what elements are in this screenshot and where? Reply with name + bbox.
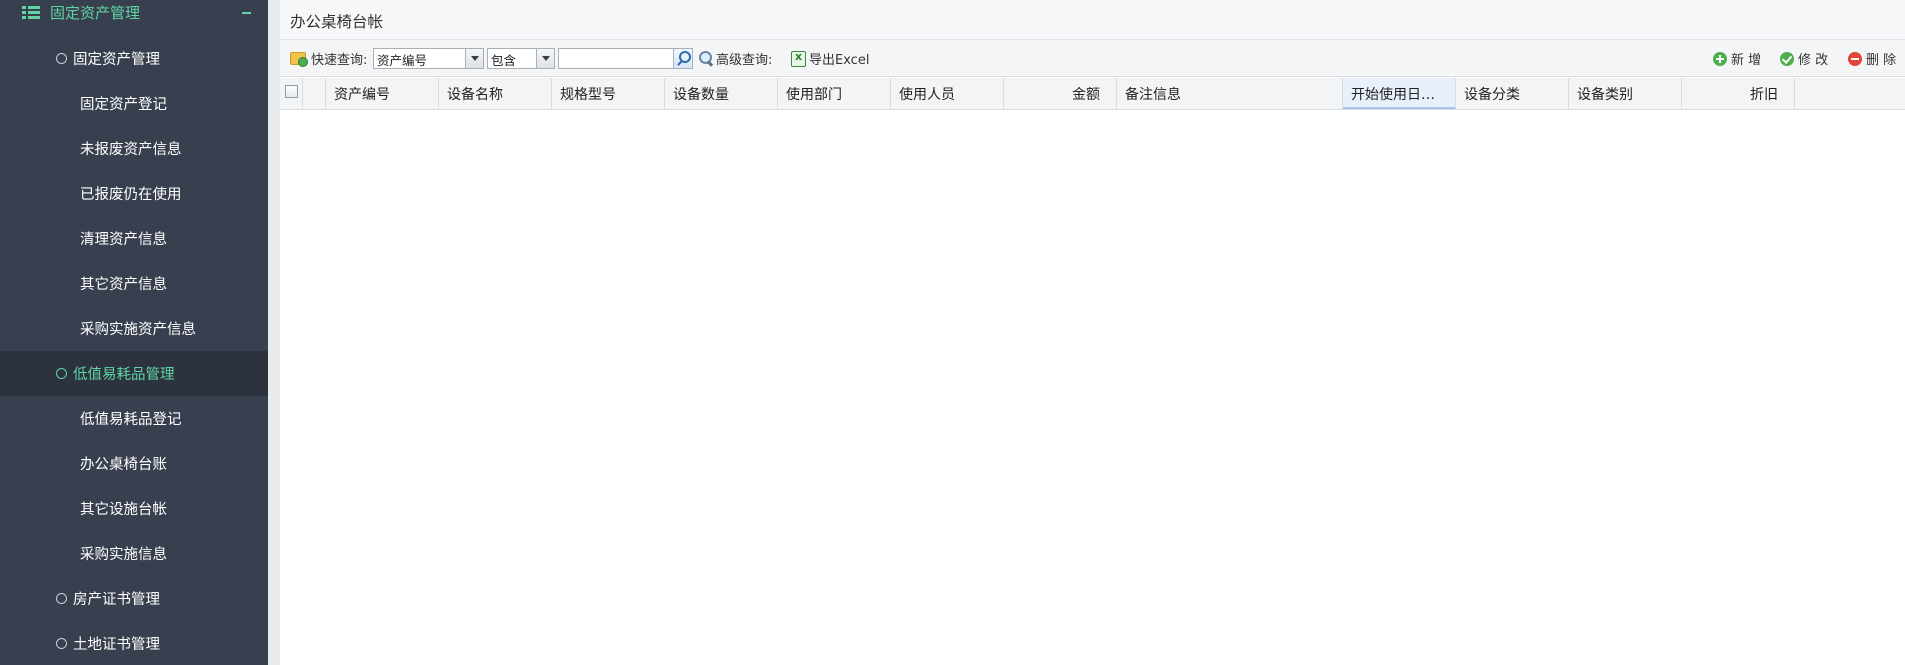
select-all-checkbox[interactable] bbox=[285, 85, 298, 98]
column-header-label: 开始使用日… bbox=[1351, 87, 1435, 103]
sidebar-item-label: 低值易耗品登记 bbox=[80, 412, 182, 428]
edit-label: 修 改 bbox=[1798, 53, 1829, 68]
sidebar-splitter[interactable] bbox=[268, 0, 280, 665]
excel-icon bbox=[791, 50, 806, 67]
circle-icon bbox=[56, 53, 67, 64]
sidebar-item-label: 办公桌椅台账 bbox=[80, 457, 167, 473]
column-header-label: 设备数量 bbox=[673, 87, 729, 103]
search-field[interactable] bbox=[558, 48, 693, 69]
sidebar-item-label: 已报废仍在使用 bbox=[80, 187, 182, 203]
delete-label: 删 除 bbox=[1866, 53, 1897, 68]
field-select[interactable]: 资产编号 bbox=[373, 48, 484, 69]
circle-icon bbox=[56, 593, 67, 604]
operator-select-value: 包含 bbox=[491, 53, 517, 68]
grid-body bbox=[280, 111, 1905, 665]
add-button[interactable]: 新 增 bbox=[1713, 40, 1761, 77]
folder-search-icon bbox=[290, 52, 308, 67]
collapse-icon[interactable] bbox=[242, 12, 251, 14]
circle-icon bbox=[56, 368, 67, 379]
operator-select[interactable]: 包含 bbox=[487, 48, 555, 69]
page-title: 办公桌椅台帐 bbox=[290, 13, 384, 31]
column-header-label: 金额 bbox=[1072, 87, 1100, 103]
column-header-remarks[interactable]: 备注信息 bbox=[1117, 78, 1343, 109]
sidebar-item-label: 其它设施台帐 bbox=[80, 502, 167, 518]
column-header-label: 设备分类 bbox=[1464, 87, 1520, 103]
column-header-depreciation[interactable]: 折旧 bbox=[1682, 78, 1795, 109]
column-header-label: 使用部门 bbox=[786, 87, 842, 103]
magnifier-icon bbox=[698, 50, 714, 67]
select-all-cell bbox=[280, 78, 303, 109]
advanced-query-button[interactable]: 高级查询: bbox=[698, 40, 772, 77]
column-header-label: 设备名称 bbox=[447, 87, 503, 103]
sidebar-item-other-assets[interactable]: 其它资产信息 bbox=[0, 261, 268, 306]
column-header-label: 规格型号 bbox=[560, 87, 616, 103]
plus-icon bbox=[1713, 51, 1727, 66]
delete-icon bbox=[1848, 51, 1862, 66]
sidebar-group-label: 房产证书管理 bbox=[73, 592, 160, 608]
sidebar-item-label: 未报废资产信息 bbox=[80, 142, 182, 158]
chevron-down-icon[interactable] bbox=[536, 49, 554, 68]
sidebar-item-unscrapped-assets[interactable]: 未报废资产信息 bbox=[0, 126, 268, 171]
sidebar-item-label: 采购实施信息 bbox=[80, 547, 167, 563]
column-header-label: 设备类别 bbox=[1577, 87, 1633, 103]
column-header-model[interactable]: 规格型号 bbox=[552, 78, 665, 109]
sidebar-item-label: 其它资产信息 bbox=[80, 277, 167, 293]
advanced-query-label: 高级查询: bbox=[716, 53, 773, 68]
column-header-device-name[interactable]: 设备名称 bbox=[439, 78, 552, 109]
column-header-label: 使用人员 bbox=[899, 87, 955, 103]
sidebar-item-other-facilities-ledger[interactable]: 其它设施台帐 bbox=[0, 486, 268, 531]
main-panel: 办公桌椅台帐 快速查询: 资产编号 包含 高级查询: 导出Excel bbox=[280, 0, 1905, 665]
chevron-down-icon[interactable] bbox=[465, 49, 483, 68]
quick-query-label: 快速查询: bbox=[311, 53, 368, 68]
grid-header: 资产编号 设备名称 规格型号 设备数量 使用部门 使用人员 金额 备注信息 开始… bbox=[280, 78, 1905, 110]
sidebar-item-label: 清理资产信息 bbox=[80, 232, 167, 248]
edit-button[interactable]: 修 改 bbox=[1780, 40, 1828, 77]
sidebar-item-office-furniture-ledger[interactable]: 办公桌椅台账 bbox=[0, 441, 268, 486]
column-header-device-category[interactable]: 设备分类 bbox=[1456, 78, 1569, 109]
column-header-start-date[interactable]: 开始使用日… bbox=[1343, 78, 1456, 109]
sidebar-item-cleared-assets[interactable]: 清理资产信息 bbox=[0, 216, 268, 261]
search-input[interactable] bbox=[559, 49, 671, 68]
sidebar-section-fixed-assets[interactable]: 固定资产管理 bbox=[0, 0, 268, 26]
field-select-value: 资产编号 bbox=[377, 53, 428, 68]
sidebar-item-procurement-info[interactable]: 采购实施信息 bbox=[0, 531, 268, 576]
row-number-header bbox=[303, 78, 326, 109]
column-header-asset-no[interactable]: 资产编号 bbox=[326, 78, 439, 109]
column-header-device-type[interactable]: 设备类别 bbox=[1569, 78, 1682, 109]
sidebar-group-land-certificates[interactable]: 土地证书管理 bbox=[0, 621, 268, 665]
title-bar: 办公桌椅台帐 bbox=[280, 0, 1905, 40]
export-excel-label: 导出Excel bbox=[809, 53, 870, 68]
sidebar: 固定资产管理 固定资产管理 固定资产登记 未报废资产信息 已报废仍在使用 清理资… bbox=[0, 0, 268, 665]
sidebar-group-consumables-mgmt[interactable]: 低值易耗品管理 bbox=[0, 351, 268, 396]
sidebar-item-consumables-register[interactable]: 低值易耗品登记 bbox=[0, 396, 268, 441]
sidebar-group-label: 固定资产管理 bbox=[73, 52, 160, 68]
toolbar: 快速查询: 资产编号 包含 高级查询: 导出Excel 新 增 bbox=[280, 40, 1905, 77]
column-header-amount[interactable]: 金额 bbox=[1004, 78, 1117, 109]
sidebar-item-label: 固定资产登记 bbox=[80, 97, 167, 113]
sidebar-item-fixed-asset-register[interactable]: 固定资产登记 bbox=[0, 81, 268, 126]
column-header-label: 资产编号 bbox=[334, 87, 390, 103]
sidebar-group-label: 土地证书管理 bbox=[73, 637, 160, 653]
column-header-user[interactable]: 使用人员 bbox=[891, 78, 1004, 109]
delete-button[interactable]: 删 除 bbox=[1848, 40, 1896, 77]
sidebar-group-label: 低值易耗品管理 bbox=[73, 367, 175, 383]
check-icon bbox=[1780, 51, 1794, 66]
circle-icon bbox=[56, 638, 67, 649]
add-label: 新 增 bbox=[1731, 53, 1762, 68]
search-icon[interactable] bbox=[673, 49, 692, 68]
sidebar-group-fixed-asset-mgmt[interactable]: 固定资产管理 bbox=[0, 36, 268, 81]
quick-query: 快速查询: bbox=[290, 40, 367, 77]
list-icon bbox=[22, 6, 40, 19]
sidebar-item-scrapped-in-use[interactable]: 已报废仍在使用 bbox=[0, 171, 268, 216]
column-header-label: 备注信息 bbox=[1125, 87, 1181, 103]
column-header-label: 折旧 bbox=[1750, 87, 1778, 103]
sidebar-item-label: 采购实施资产信息 bbox=[80, 322, 196, 338]
sidebar-group-property-certificates[interactable]: 房产证书管理 bbox=[0, 576, 268, 621]
export-excel-button[interactable]: 导出Excel bbox=[791, 40, 869, 77]
sidebar-item-procurement-assets[interactable]: 采购实施资产信息 bbox=[0, 306, 268, 351]
column-header-quantity[interactable]: 设备数量 bbox=[665, 78, 778, 109]
sidebar-section-title: 固定资产管理 bbox=[50, 4, 141, 22]
column-header-department[interactable]: 使用部门 bbox=[778, 78, 891, 109]
